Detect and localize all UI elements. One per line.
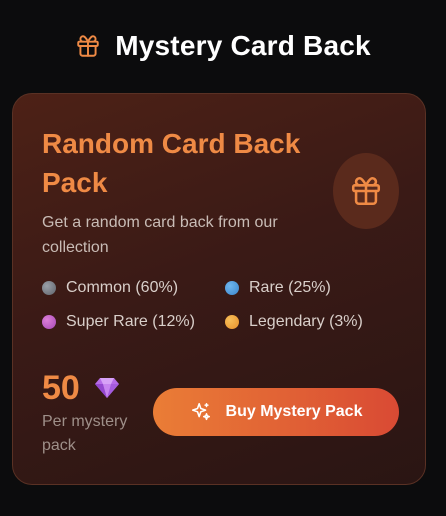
rarity-rare: Rare (25%) — [225, 278, 402, 298]
rarity-list: Common (60%) Rare (25%) Super Rare (12%)… — [42, 278, 402, 332]
rarity-label: Common (60%) — [66, 279, 179, 296]
rarity-legendary: Legendary (3%) — [225, 312, 402, 332]
gift-icon — [77, 35, 99, 57]
price-value: 50 — [42, 369, 80, 407]
rarity-label: Rare (25%) — [249, 279, 331, 296]
gem-icon — [94, 378, 119, 398]
page-header: Mystery Card Back — [0, 28, 446, 64]
rarity-dot-common — [42, 281, 56, 295]
mystery-pack-card: Random Card Back Pack Get a random card … — [12, 93, 426, 485]
rarity-common: Common (60%) — [42, 278, 225, 298]
buy-mystery-pack-button[interactable]: Buy Mystery Pack — [153, 388, 399, 436]
rarity-dot-rare — [225, 281, 239, 295]
rarity-dot-super-rare — [42, 315, 56, 329]
rarity-dot-legendary — [225, 315, 239, 329]
price-amount: 50 — [42, 368, 120, 408]
rarity-label: Super Rare (12%) — [66, 313, 195, 330]
buy-button-label: Buy Mystery Pack — [225, 403, 363, 420]
card-description: Get a random card back from our collecti… — [42, 214, 278, 256]
price-note: Per mystery pack — [42, 413, 128, 454]
card-title: Random Card Back Pack — [42, 128, 301, 198]
rarity-label: Legendary (3%) — [249, 313, 363, 330]
gift-badge — [333, 153, 399, 229]
rarity-super-rare: Super Rare (12%) — [42, 312, 225, 332]
sparkles-icon — [191, 402, 210, 421]
page-title: Mystery Card Back — [115, 30, 371, 61]
gift-icon — [351, 176, 381, 206]
